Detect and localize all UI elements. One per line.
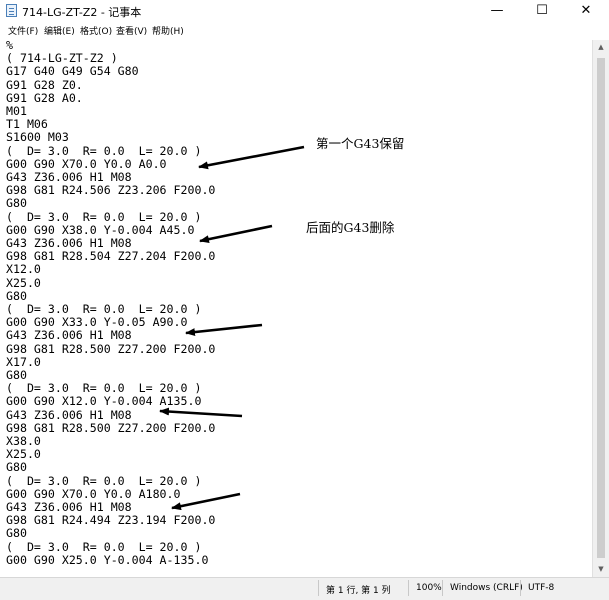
arrow-first-g43 [198, 145, 305, 170]
annotation-keep-first: 第一个G43保留 [316, 136, 405, 151]
arrow-third-g43 [185, 323, 263, 337]
arrow-fifth-g43 [171, 492, 241, 511]
arrow-fourth-g43 [159, 407, 243, 418]
zoom-level: 100% [416, 583, 442, 593]
annotation-delete-rest: 后面的G43删除 [306, 220, 395, 235]
annotation-arrows [159, 145, 305, 511]
encoding: UTF-8 [528, 583, 555, 593]
cursor-position: 第 1 行, 第 1 列 [326, 586, 391, 596]
arrow-second-g43 [199, 224, 273, 244]
status-bar: 第 1 行, 第 1 列 100% Windows (CRLF) UTF-8 [0, 577, 609, 600]
line-ending: Windows (CRLF) [450, 583, 523, 593]
